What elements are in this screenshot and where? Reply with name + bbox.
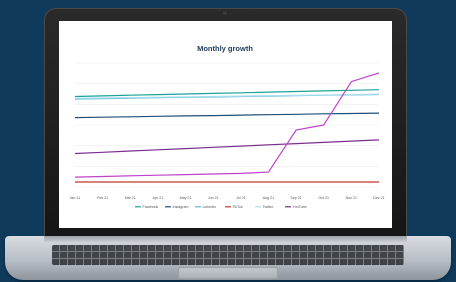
x-tick-label: Nov 21 (346, 196, 357, 200)
legend-label-tiktok: TikTok (233, 205, 243, 209)
series-line-twitter (74, 93, 380, 99)
x-tick-label: Feb 21 (97, 196, 108, 200)
legend: Facebook Instagram Linkedin TikTok Twitter Yo… (135, 205, 307, 209)
line-chart: Monthly growth Jan 21 Feb 21 Mar 21 Apr 21 M… (70, 44, 385, 209)
x-tick-label: Mar 21 (125, 196, 136, 200)
keyboard-row (52, 258, 404, 259)
x-tick-label: Oct 21 (318, 196, 329, 200)
legend-label-youtube: YouTube (293, 205, 307, 209)
camera-icon (223, 11, 227, 15)
keyboard (52, 245, 404, 265)
x-tick-label: Apr 21 (153, 196, 164, 200)
x-tick-label: Sep 21 (290, 196, 301, 200)
series-lines (74, 72, 380, 183)
laptop-hinge (44, 236, 407, 242)
legend-label-linkedin: Linkedin (203, 205, 216, 209)
laptop: Monthly growth Jan 21 Feb 21 Mar 21 Apr 21 M… (0, 0, 456, 282)
x-tick-label: May 21 (180, 196, 192, 200)
legend-label-facebook: Facebook (143, 205, 159, 209)
x-tick-label: Aug 21 (263, 196, 274, 200)
x-tick-label: Dec 21 (373, 196, 384, 200)
legend-label-instagram: Instagram (173, 205, 189, 209)
x-tick-label: Jun 21 (208, 196, 219, 200)
x-tick-labels: Jan 21 Feb 21 Mar 21 Apr 21 May 21 Jun 21 Jul … (70, 196, 385, 200)
chart-title: Monthly growth (197, 44, 253, 53)
x-tick-label: Jan 21 (70, 196, 81, 200)
series-line-youtube (74, 139, 380, 155)
legend-label-twitter: Twitter (263, 205, 274, 209)
grid (75, 62, 379, 188)
x-tick-label: Jul 21 (236, 196, 246, 200)
keyboard-row (52, 251, 404, 252)
trackpad (178, 267, 278, 279)
laptop-screen: Monthly growth Jan 21 Feb 21 Mar 21 Apr 21 M… (59, 21, 392, 228)
series-line-instagram (74, 112, 380, 119)
